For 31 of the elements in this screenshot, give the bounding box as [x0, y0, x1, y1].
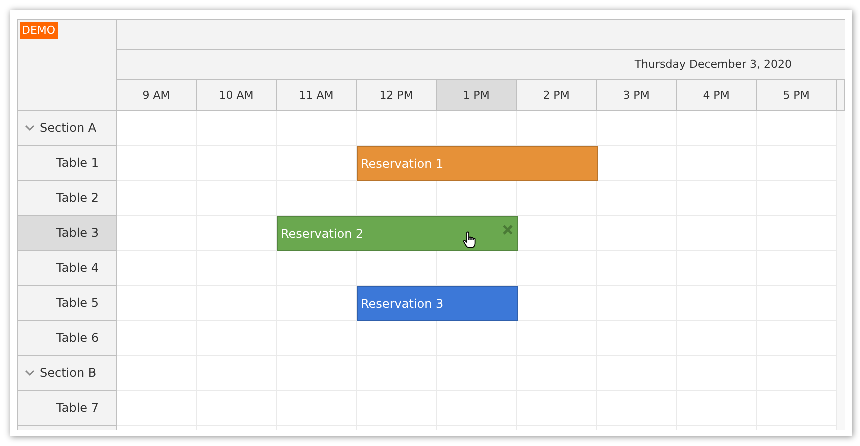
chevron-down-icon[interactable]	[25, 123, 35, 133]
hour-header[interactable]: 10 AM	[197, 80, 277, 110]
close-icon[interactable]	[503, 225, 513, 235]
resource-header[interactable]: Table 2	[18, 181, 117, 216]
hour-header[interactable]: 4 PM	[677, 80, 757, 110]
hour-header[interactable]: 5 PM	[757, 80, 837, 110]
section-header[interactable]: Section A	[18, 111, 117, 146]
resource-header[interactable]: Table 1	[18, 146, 117, 181]
reservation-event[interactable]: Reservation 3	[357, 286, 518, 321]
date-label: Thursday December 3, 2020	[634, 58, 792, 71]
timeline-row[interactable]	[117, 391, 845, 426]
hour-header[interactable]: 11 AM	[277, 80, 357, 110]
hour-header[interactable]: 9 AM	[117, 80, 197, 110]
resource-header[interactable]: Table 5	[18, 286, 117, 321]
resource-header[interactable]: Table 6	[18, 321, 117, 356]
timeline-row[interactable]	[117, 356, 845, 391]
demo-badge: DEMO	[20, 22, 58, 39]
hand-pointer-icon	[463, 231, 477, 250]
hour-header[interactable]: 2 PM	[517, 80, 597, 110]
hour-header[interactable]: 3 PM	[597, 80, 677, 110]
timeline-row[interactable]: Reservation 3	[117, 286, 845, 321]
timeline-row[interactable]	[117, 251, 845, 286]
resource-header[interactable]: Table 3	[18, 216, 117, 251]
hour-header[interactable]: 1 PM	[437, 80, 517, 110]
resource-header[interactable]: Table 4	[18, 251, 117, 286]
timeline-row[interactable]	[117, 111, 845, 146]
chevron-down-icon[interactable]	[25, 368, 35, 378]
resource-header[interactable]: Table 7	[18, 391, 117, 426]
section-header[interactable]: Section B	[18, 356, 117, 391]
timeline-row[interactable]	[117, 181, 845, 216]
timeline-row[interactable]	[117, 321, 845, 356]
